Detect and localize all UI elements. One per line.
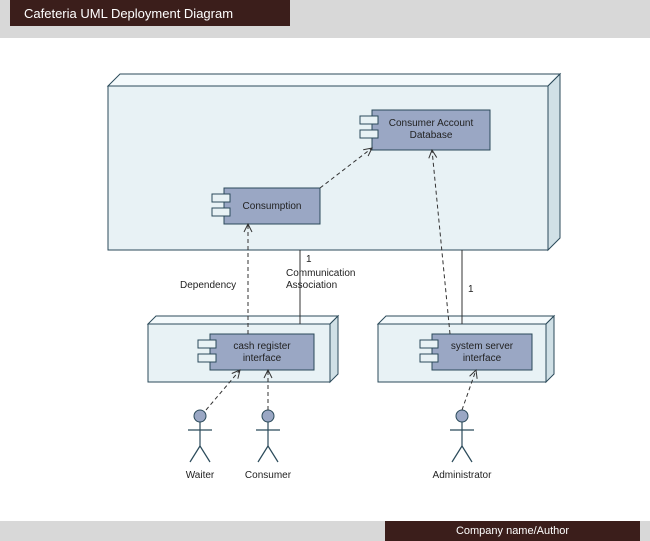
component-cash-register-interface: cash register interface — [198, 334, 314, 370]
consumer-label: Consumer — [245, 470, 292, 481]
db-label-1: Consumer Account — [389, 118, 474, 129]
component-consumption: Consumption — [212, 188, 320, 224]
footer-author: Company name/Author — [385, 521, 640, 541]
server-label-2: interface — [463, 353, 502, 364]
component-system-server-interface: system server interface — [420, 334, 532, 370]
uml-deployment-diagram: Consumer Account Database Consumption ca… — [0, 38, 650, 521]
server-label-1: system server — [451, 341, 514, 352]
component-consumer-account-database: Consumer Account Database — [360, 110, 490, 150]
actor-consumer: Consumer — [245, 410, 292, 481]
actor-administrator: Administrator — [433, 410, 493, 481]
cash-label-2: interface — [243, 353, 282, 364]
comm-label-1: Communication — [286, 268, 355, 279]
db-label-2: Database — [410, 130, 453, 141]
dependency-label: Dependency — [180, 280, 236, 291]
waiter-label: Waiter — [186, 470, 215, 481]
server-mult: 1 — [468, 284, 474, 295]
administrator-label: Administrator — [433, 470, 493, 481]
cash-label-1: cash register — [233, 341, 291, 352]
node-main — [108, 74, 560, 250]
footer-bar: Company name/Author — [0, 521, 650, 541]
comm-mult: 1 — [306, 254, 312, 265]
actor-waiter: Waiter — [186, 410, 215, 481]
header-bar: Cafeteria UML Deployment Diagram — [0, 0, 650, 38]
comm-label-2: Association — [286, 280, 337, 291]
consumption-label: Consumption — [243, 201, 302, 212]
page-title: Cafeteria UML Deployment Diagram — [10, 0, 290, 26]
